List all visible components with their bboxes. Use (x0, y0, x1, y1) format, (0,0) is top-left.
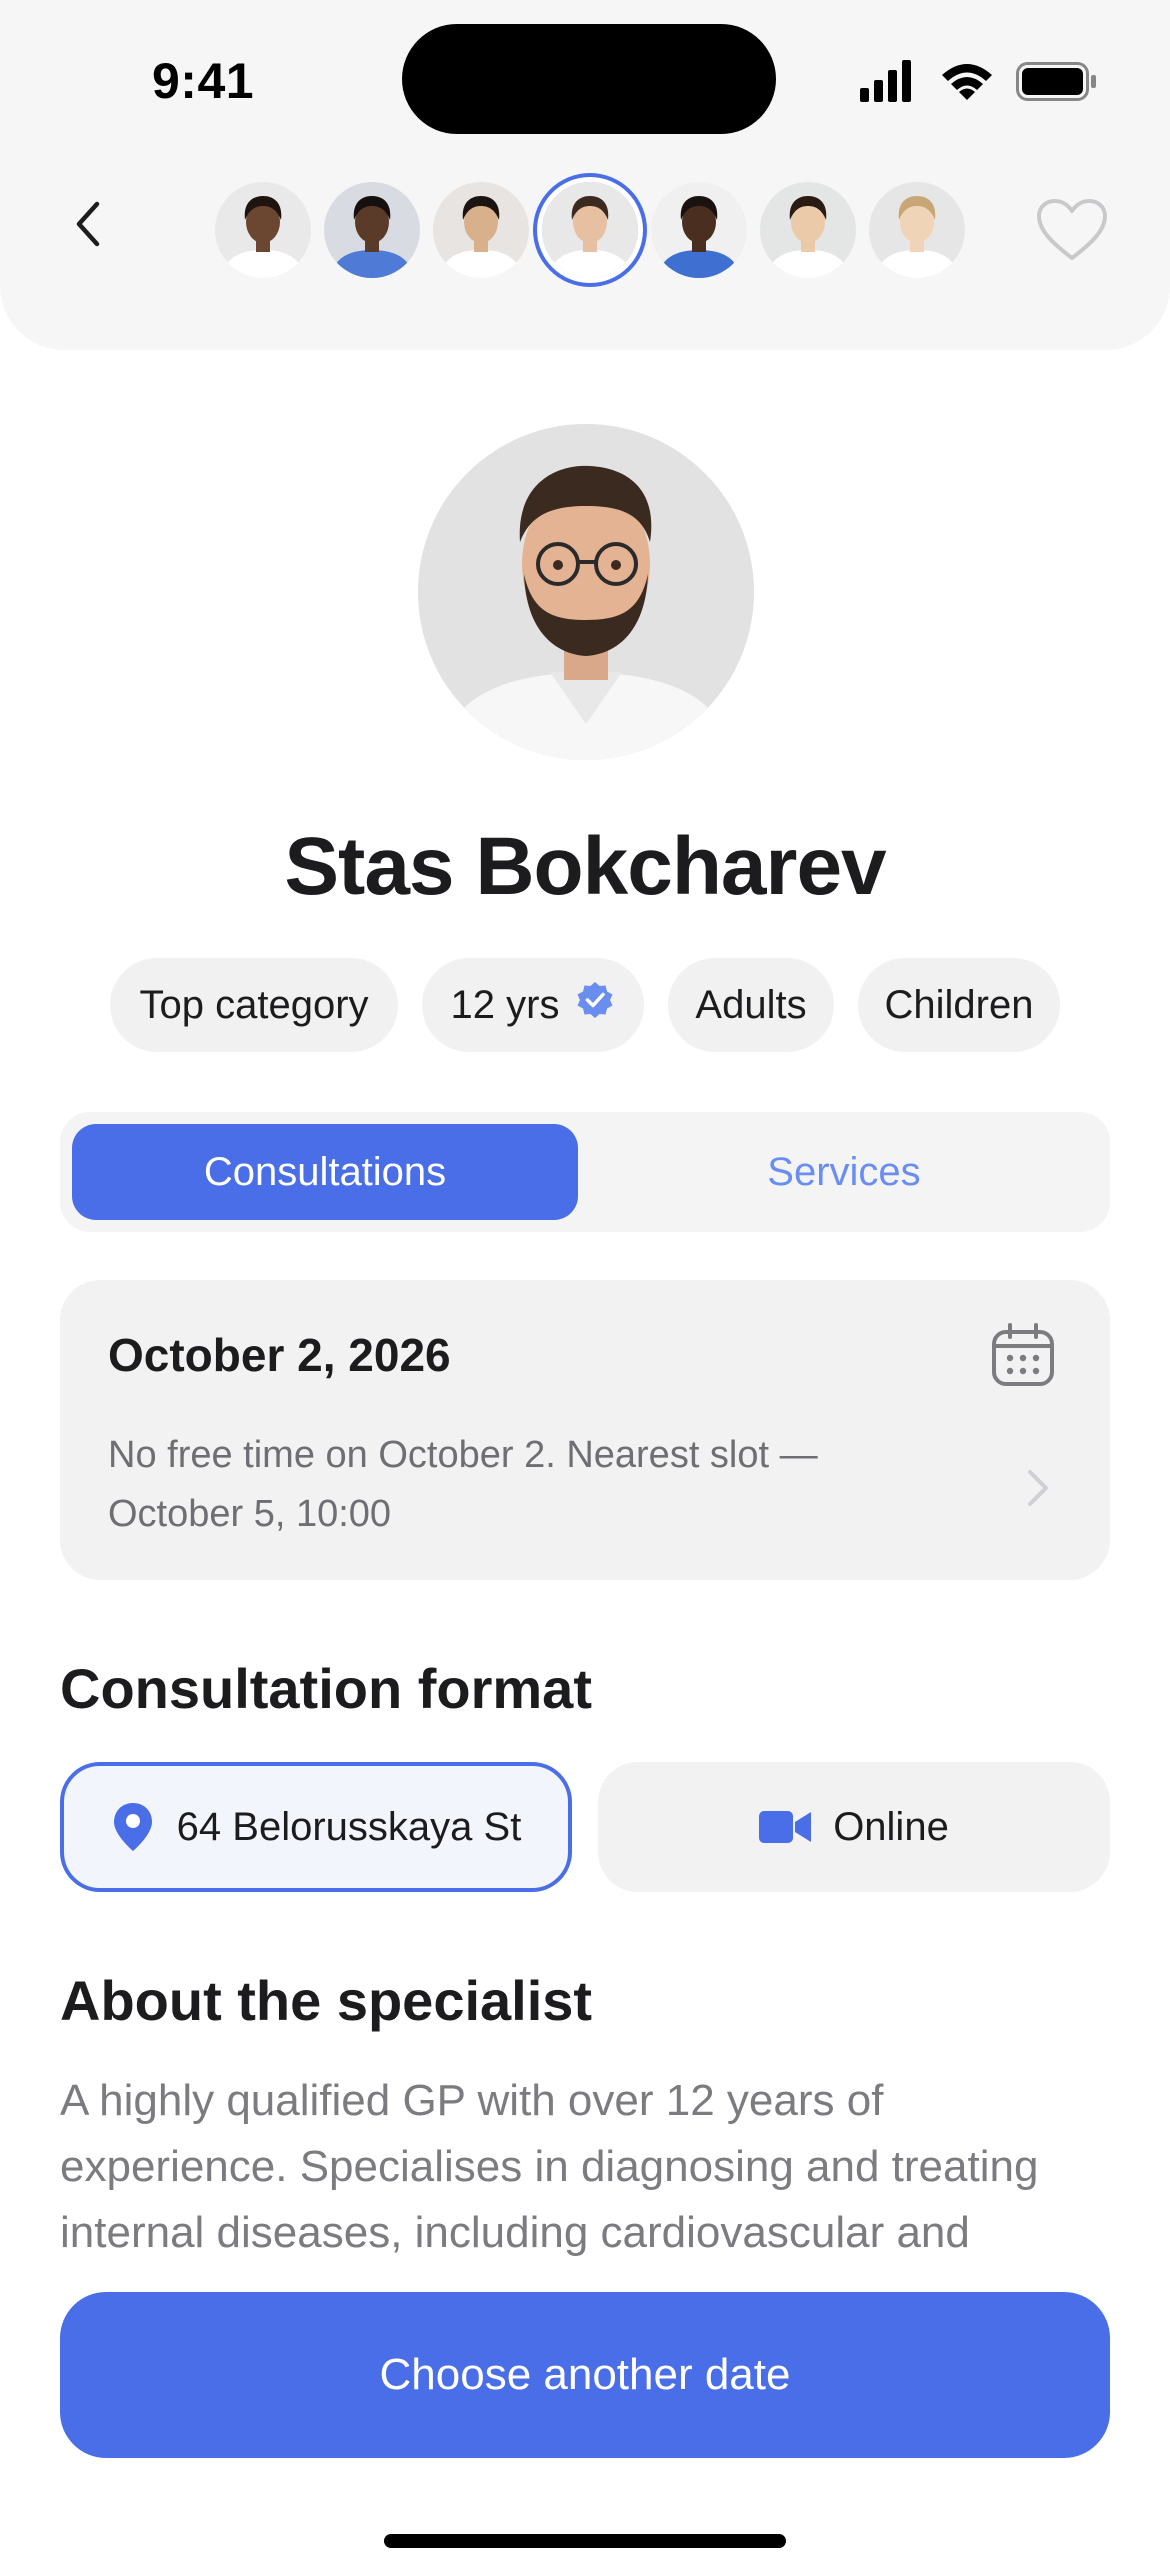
status-icons (858, 58, 1098, 104)
doctor-avatar[interactable] (542, 182, 638, 278)
doctor-photo (418, 424, 754, 760)
doctor-avatar[interactable] (433, 182, 529, 278)
tag-label: Adults (695, 982, 807, 1027)
choose-another-date-button[interactable]: Choose another date (60, 2292, 1110, 2458)
doctor-avatar[interactable] (324, 182, 420, 278)
back-button[interactable] (60, 196, 116, 252)
tag-adults: Adults (668, 958, 834, 1052)
status-time: 9:41 (152, 53, 255, 109)
format-online-label: Online (833, 1804, 949, 1849)
date-card[interactable]: October 2, 2026 No free time on October … (60, 1280, 1110, 1580)
tab-label: Services (767, 1149, 921, 1194)
wifi-icon (942, 64, 992, 100)
tag-children: Children (858, 958, 1060, 1052)
format-address-label: 64 Belorusskaya St (176, 1804, 522, 1849)
dynamic-island (402, 24, 776, 134)
chevron-right-icon (1020, 1464, 1056, 1512)
doctor-avatar[interactable] (215, 182, 311, 278)
chevron-left-icon (76, 201, 100, 247)
consultation-format-title: Consultation format (60, 1657, 592, 1720)
tab-consultations[interactable]: Consultations (72, 1124, 578, 1220)
calendar-icon[interactable] (990, 1322, 1056, 1388)
heart-icon (1037, 199, 1107, 260)
format-address-button[interactable]: 64 Belorusskaya St (60, 1762, 572, 1892)
doctor-avatar[interactable] (760, 182, 856, 278)
favorite-button[interactable] (1032, 194, 1112, 266)
tag-label: Top category (139, 982, 369, 1027)
location-pin-icon (113, 1803, 152, 1851)
battery-icon (1016, 62, 1096, 101)
tag-label: Children (884, 982, 1034, 1027)
format-online-button[interactable]: Online (598, 1762, 1110, 1892)
cellular-signal-icon (860, 60, 911, 102)
tag-label: 12 yrs (450, 982, 560, 1027)
tab-services[interactable]: Services (590, 1124, 1098, 1220)
doctor-name: Stas Bokcharev (284, 821, 886, 912)
about-text: A highly qualified GP with over 12 years… (60, 2076, 1039, 2278)
selected-date: October 2, 2026 (108, 1329, 451, 1381)
tag-experience: 12 yrs (422, 958, 644, 1052)
tag-top-category: Top category (110, 958, 398, 1052)
doctor-avatar[interactable] (869, 182, 965, 278)
slot-info: No free time on October 2. Nearest slot … (108, 1434, 818, 1535)
home-indicator (384, 2534, 786, 2548)
tab-label: Consultations (203, 1149, 447, 1194)
tab-switcher: Consultations Services (60, 1112, 1110, 1232)
verified-badge-icon (575, 980, 615, 1030)
cta-label: Choose another date (379, 2350, 791, 2399)
about-title: About the specialist (60, 1969, 593, 2032)
doctor-avatar[interactable] (651, 182, 747, 278)
video-camera-icon (759, 1811, 812, 1843)
